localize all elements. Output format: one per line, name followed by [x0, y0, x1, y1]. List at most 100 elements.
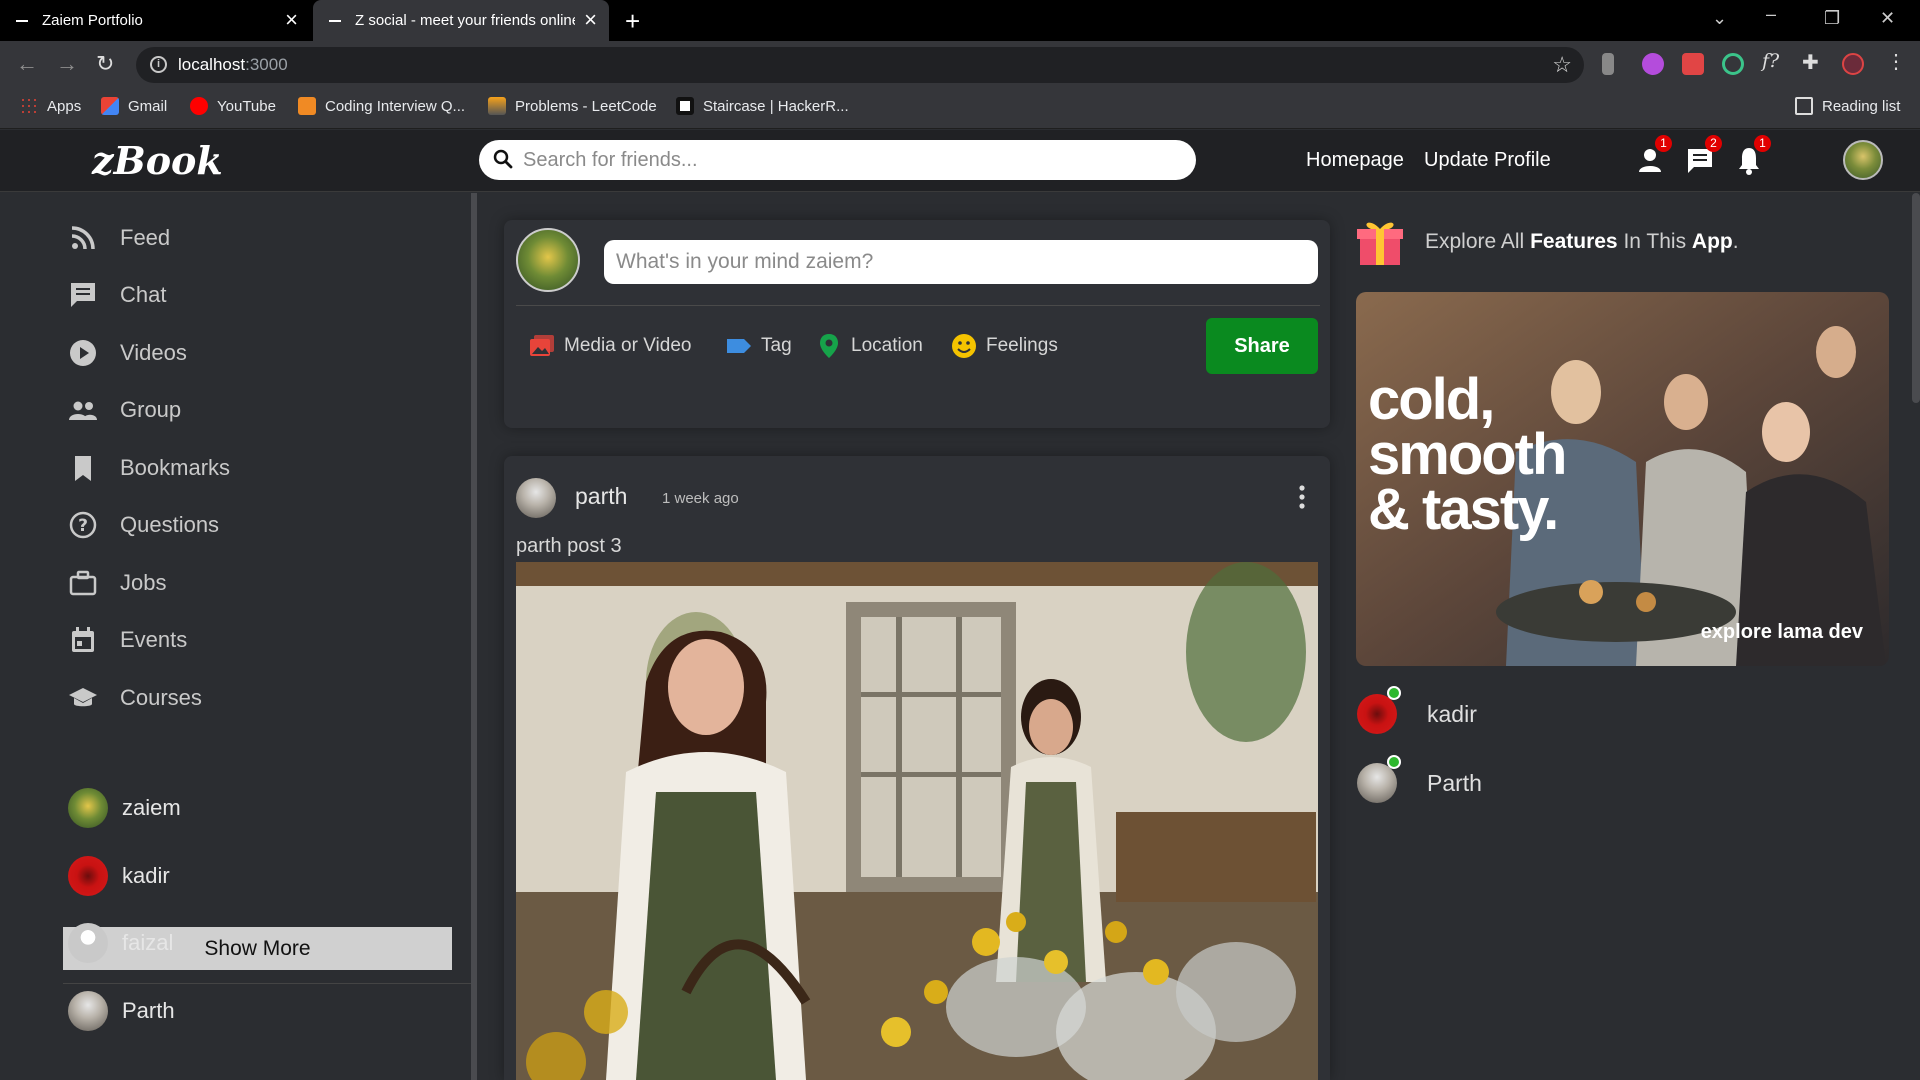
ad-headline: cold, smooth & tasty. — [1368, 367, 1567, 542]
online-friend-parth[interactable]: Parth — [1357, 755, 1482, 803]
avatar — [68, 991, 108, 1031]
features-banner[interactable]: Explore All Features In This App. — [1357, 217, 1739, 267]
messages-badge: 2 — [1705, 135, 1722, 152]
new-tab-icon[interactable]: + — [625, 6, 640, 37]
url-host: localhost — [178, 55, 246, 74]
rss-icon — [71, 226, 95, 250]
address-bar[interactable]: i localhost:3000 ☆ — [136, 47, 1584, 83]
friend-item-parth[interactable]: Parth — [68, 991, 175, 1031]
browser-tab-zsocial[interactable]: Z social - meet your friends online × — [313, 0, 609, 41]
bookmark-label: Apps — [47, 97, 82, 115]
friend-item-kadir[interactable]: kadir — [68, 856, 170, 896]
more-vert-icon[interactable] — [1299, 484, 1305, 510]
sidebar-item-label: Bookmarks — [120, 455, 231, 480]
sidebar-item-label: Chat — [120, 282, 167, 307]
browser-tab-portfolio[interactable]: Zaiem Portfolio × — [0, 0, 310, 41]
friend-requests-button[interactable]: 1 — [1634, 135, 1672, 176]
browser-tab-strip: Zaiem Portfolio × Z social - meet your f… — [0, 0, 1920, 41]
search-input[interactable] — [523, 146, 1163, 174]
left-sidebar: Feed Chat Videos Group Bookmarks ? Quest… — [0, 193, 480, 1080]
media-option[interactable]: Media or Video — [528, 332, 691, 360]
extension-icon[interactable] — [1722, 53, 1744, 75]
extension-icon[interactable] — [1602, 53, 1614, 75]
friend-item-faizal[interactable]: faizal — [68, 923, 173, 963]
ad-banner[interactable]: cold, smooth & tasty. explore lama dev — [1356, 292, 1889, 666]
sidebar-item-group[interactable]: Group — [68, 395, 181, 425]
sidebar-item-feed[interactable]: Feed — [68, 223, 170, 253]
school-icon — [69, 688, 97, 707]
close-tab-icon[interactable]: × — [285, 9, 298, 31]
sidebar-item-videos[interactable]: Videos — [68, 338, 187, 368]
online-friend-name: kadir — [1427, 700, 1477, 727]
profile-avatar[interactable] — [1843, 140, 1883, 180]
sidebar-item-label: Jobs — [120, 570, 167, 595]
menu-kebab-icon[interactable]: ⋮ — [1886, 49, 1906, 73]
restore-icon[interactable]: ❐ — [1824, 8, 1840, 29]
sidebar-item-events[interactable]: Events — [68, 625, 187, 655]
bookmark-hackerrank[interactable]: Staircase | HackerR... — [676, 97, 849, 115]
back-icon[interactable]: ← — [16, 51, 38, 77]
post-input[interactable] — [604, 240, 1318, 284]
share-button[interactable]: Share — [1206, 318, 1318, 374]
avatar — [68, 788, 108, 828]
bookmark-gmail[interactable]: Gmail — [101, 97, 167, 115]
location-option[interactable]: Location — [815, 332, 923, 360]
profile-icon[interactable] — [1842, 53, 1864, 75]
sidebar-scrollbar[interactable] — [471, 193, 477, 1080]
post-username[interactable]: parth — [575, 483, 627, 510]
formula-extension-icon[interactable]: f? — [1762, 50, 1779, 72]
site-info-icon[interactable]: i — [150, 56, 167, 73]
close-tab-icon[interactable]: × — [584, 9, 597, 31]
avatar — [1357, 686, 1401, 734]
option-label: Location — [851, 335, 923, 356]
puzzle-extensions-icon[interactable]: ✚ — [1802, 50, 1819, 74]
friend-item-zaiem[interactable]: zaiem — [68, 788, 181, 828]
friend-name: faizal — [122, 930, 174, 955]
online-friend-kadir[interactable]: kadir — [1357, 686, 1477, 734]
avatar[interactable] — [516, 478, 556, 518]
gmail-icon — [101, 97, 119, 115]
online-indicator — [1387, 686, 1401, 700]
friend-requests-badge: 1 — [1655, 135, 1672, 152]
feelings-option[interactable]: Feelings — [950, 332, 1058, 360]
homepage-link[interactable]: Homepage — [1306, 149, 1404, 172]
post-image[interactable] — [516, 562, 1318, 1080]
bookmark-label: YouTube — [217, 97, 276, 115]
sidebar-item-jobs[interactable]: Jobs — [68, 568, 166, 598]
minimize-icon[interactable]: – — [1766, 4, 1776, 25]
update-profile-link[interactable]: Update Profile — [1424, 149, 1551, 172]
messages-button[interactable]: 2 — [1684, 135, 1722, 176]
youtube-icon — [190, 97, 208, 115]
sidebar-item-bookmarks[interactable]: Bookmarks — [68, 453, 230, 483]
page-scrollbar[interactable] — [1912, 193, 1920, 403]
reading-list-button[interactable]: Reading list — [1795, 97, 1900, 115]
leetcode-icon — [488, 97, 506, 115]
sidebar-item-courses[interactable]: Courses — [68, 683, 202, 713]
bookmark-youtube[interactable]: YouTube — [190, 97, 276, 115]
app-logo[interactable]: zBook — [92, 138, 223, 183]
svg-text:?: ? — [78, 516, 88, 536]
bookmark-apps[interactable]: Apps — [20, 97, 81, 115]
tab-search-icon[interactable]: ⌄ — [1712, 8, 1727, 29]
briefcase-icon — [69, 570, 97, 596]
bookmark-leetcode[interactable]: Problems - LeetCode — [488, 97, 657, 115]
reload-icon[interactable]: ↻ — [96, 51, 114, 77]
extension-icon[interactable] — [1682, 53, 1704, 75]
bookmark-star-icon[interactable]: ☆ — [1552, 52, 1572, 78]
sidebar-item-chat[interactable]: Chat — [68, 280, 166, 310]
location-pin-icon — [820, 334, 838, 358]
sidebar-item-questions[interactable]: ? Questions — [68, 510, 219, 540]
bookmark-label: Problems - LeetCode — [515, 97, 657, 115]
tab-favicon-icon — [16, 19, 28, 22]
tag-option[interactable]: Tag — [725, 332, 792, 360]
share-divider — [516, 305, 1320, 306]
bookmark-coding-interview[interactable]: Coding Interview Q... — [298, 97, 465, 115]
notifications-button[interactable]: 1 — [1733, 135, 1771, 176]
extension-icon[interactable] — [1642, 53, 1664, 75]
forward-icon[interactable]: → — [56, 51, 78, 77]
avatar[interactable] — [516, 228, 580, 292]
app-topbar: zBook Homepage Update Profile 1 2 1 — [0, 130, 1920, 192]
window-close-icon[interactable]: ✕ — [1880, 8, 1895, 29]
notifications-badge: 1 — [1754, 135, 1771, 152]
sidebar-item-label: Videos — [120, 340, 187, 365]
